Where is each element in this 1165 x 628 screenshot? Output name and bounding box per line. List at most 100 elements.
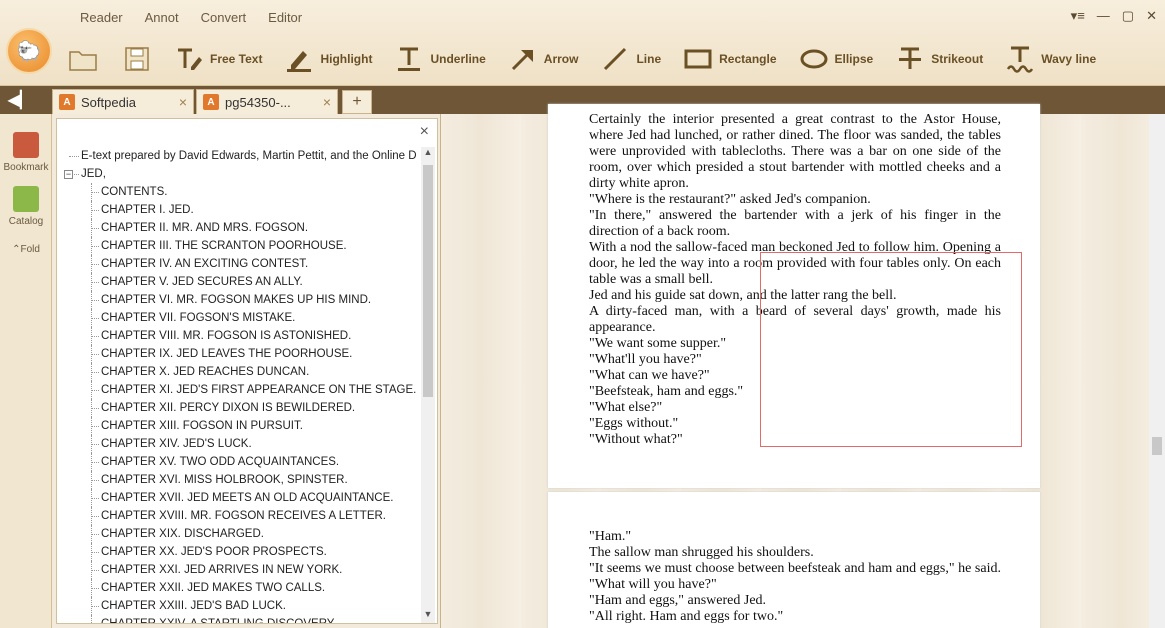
tool-ellipse[interactable]: Ellipse xyxy=(799,44,873,74)
app-logo-icon[interactable]: 🐑 xyxy=(6,28,52,74)
tool-label: Arrow xyxy=(543,52,579,66)
scroll-thumb[interactable] xyxy=(1152,437,1162,455)
maximize-button[interactable]: ▢ xyxy=(1122,8,1134,24)
tool-free-text[interactable]: Free Text xyxy=(174,44,262,74)
minimize-button[interactable]: — xyxy=(1097,8,1110,24)
tool-wavy-line[interactable]: Wavy line xyxy=(1005,44,1096,74)
pdf-icon: A xyxy=(59,94,75,110)
tree-item-label: CHAPTER XXIV. A STARTLING DISCOVERY. xyxy=(101,618,336,623)
new-tab-button[interactable]: + xyxy=(342,90,372,114)
close-panel-button[interactable]: × xyxy=(420,123,429,141)
tree-item-chapter[interactable]: CHAPTER XVII. JED MEETS AN OLD ACQUAINTA… xyxy=(57,489,419,507)
tree-item-chapter[interactable]: CHAPTER XXIII. JED'S BAD LUCK. xyxy=(57,597,419,615)
catalog-tree-container: × E-text prepared by David Edwards, Mart… xyxy=(56,118,438,624)
tab-close-icon[interactable]: × xyxy=(179,94,187,110)
tree-item-chapter[interactable]: CHAPTER XIX. DISCHARGED. xyxy=(57,525,419,543)
scroll-thumb[interactable] xyxy=(423,165,433,397)
tree-item-chapter[interactable]: CHAPTER VIII. MR. FOGSON IS ASTONISHED. xyxy=(57,327,419,345)
tree-item-chapter[interactable]: CHAPTER V. JED SECURES AN ALLY. xyxy=(57,273,419,291)
tool-arrow[interactable]: Arrow xyxy=(508,44,579,74)
tree-item-label: CHAPTER VIII. MR. FOGSON IS ASTONISHED. xyxy=(101,330,352,342)
menu-annot[interactable]: Annot xyxy=(145,10,179,25)
tab-softpedia[interactable]: A Softpedia × xyxy=(52,89,194,114)
tree-item-chapter[interactable]: CHAPTER XII. PERCY DIXON IS BEWILDERED. xyxy=(57,399,419,417)
tree-item-chapter[interactable]: CHAPTER XXI. JED ARRIVES IN NEW YORK. xyxy=(57,561,419,579)
catalog-scrollbar[interactable]: ▲ ▼ xyxy=(421,147,435,623)
menu-convert[interactable]: Convert xyxy=(201,10,247,25)
tree-item-label: CHAPTER VI. MR. FOGSON MAKES UP HIS MIND… xyxy=(101,294,372,306)
tree-item-label: CHAPTER VII. FOGSON'S MISTAKE. xyxy=(101,312,296,324)
tree-item-label: CHAPTER XIV. JED'S LUCK. xyxy=(101,438,252,450)
line-icon xyxy=(600,44,630,74)
tree-item-chapter[interactable]: CHAPTER XXIV. A STARTLING DISCOVERY. xyxy=(57,615,419,623)
collapse-panel-icon[interactable]: ◀▏ xyxy=(8,90,34,110)
strikeout-icon xyxy=(895,44,925,74)
tree-item-chapter[interactable]: CHAPTER VI. MR. FOGSON MAKES UP HIS MIND… xyxy=(57,291,419,309)
tree-item-label: CHAPTER III. THE SCRANTON POORHOUSE. xyxy=(101,240,347,252)
tree-item-chapter[interactable]: CHAPTER XVIII. MR. FOGSON RECEIVES A LET… xyxy=(57,507,419,525)
selection-rectangle[interactable] xyxy=(760,252,1022,447)
rail-fold[interactable]: ⌃Fold xyxy=(0,244,52,255)
main-menu: Reader Annot Convert Editor xyxy=(80,10,302,25)
scroll-down-icon[interactable]: ▼ xyxy=(421,609,435,623)
tree-item-jed[interactable]: − JED, xyxy=(57,165,419,183)
rail-bookmark[interactable]: Bookmark xyxy=(0,132,52,173)
left-rail: Bookmark Catalog ⌃Fold xyxy=(0,114,52,628)
paragraph: "Ham." xyxy=(589,529,632,544)
tab-close-icon[interactable]: × xyxy=(323,94,331,110)
tree-item-chapter[interactable]: CHAPTER IX. JED LEAVES THE POORHOUSE. xyxy=(57,345,419,363)
tree-item-chapter[interactable]: CHAPTER IV. AN EXCITING CONTEST. xyxy=(57,255,419,273)
tree-item-label: CHAPTER XII. PERCY DIXON IS BEWILDERED. xyxy=(101,402,356,414)
close-window-button[interactable]: ✕ xyxy=(1146,8,1157,24)
tool-rectangle[interactable]: Rectangle xyxy=(683,44,777,74)
rail-catalog[interactable]: Catalog xyxy=(0,186,52,227)
tree-item-label: CHAPTER XXI. JED ARRIVES IN NEW YORK. xyxy=(101,564,343,576)
tree-item-chapter[interactable]: CHAPTER III. THE SCRANTON POORHOUSE. xyxy=(57,237,419,255)
tree-item-label: CHAPTER IX. JED LEAVES THE POORHOUSE. xyxy=(101,348,353,360)
tree-item-label: CONTENTS. xyxy=(101,186,168,198)
tree-item-chapter[interactable]: CHAPTER XVI. MISS HOLBROOK, SPINSTER. xyxy=(57,471,419,489)
tree-item-chapter[interactable]: CONTENTS. xyxy=(57,183,419,201)
tool-strikeout[interactable]: Strikeout xyxy=(895,44,983,74)
document-viewer[interactable]: Certainly the interior presented a great… xyxy=(440,104,1165,628)
tab-pg54350[interactable]: A pg54350-... × xyxy=(196,89,338,114)
open-folder-icon[interactable] xyxy=(66,42,100,76)
window-controls: ▾≡ — ▢ ✕ xyxy=(1071,8,1157,24)
tool-line[interactable]: Line xyxy=(600,44,661,74)
highlight-icon xyxy=(284,44,314,74)
menu-editor[interactable]: Editor xyxy=(268,10,302,25)
tree-item-label: CHAPTER XXII. JED MAKES TWO CALLS. xyxy=(101,582,326,594)
tool-label: Highlight xyxy=(320,52,373,66)
options-icon[interactable]: ▾≡ xyxy=(1071,8,1085,24)
tree-item-label: CHAPTER XIX. DISCHARGED. xyxy=(101,528,264,540)
catalog-tree: E-text prepared by David Edwards, Martin… xyxy=(57,147,419,623)
paragraph: "Ham and eggs," answered Jed. xyxy=(589,593,767,608)
tree-item-chapter[interactable]: CHAPTER XIV. JED'S LUCK. xyxy=(57,435,419,453)
tree-item-label: CHAPTER V. JED SECURES AN ALLY. xyxy=(101,276,303,288)
document-page: Certainly the interior presented a great… xyxy=(548,104,1040,488)
tree-item-chapter[interactable]: CHAPTER XXII. JED MAKES TWO CALLS. xyxy=(57,579,419,597)
tree-item-chapter[interactable]: CHAPTER XX. JED'S POOR PROSPECTS. xyxy=(57,543,419,561)
menu-reader[interactable]: Reader xyxy=(80,10,123,25)
tree-item-chapter[interactable]: CHAPTER VII. FOGSON'S MISTAKE. xyxy=(57,309,419,327)
tree-item-chapter[interactable]: CHAPTER XI. JED'S FIRST APPEARANCE ON TH… xyxy=(57,381,419,399)
tool-label: Strikeout xyxy=(931,52,984,66)
scroll-up-icon[interactable]: ▲ xyxy=(421,147,435,161)
tree-item-chapter[interactable]: CHAPTER I. JED. xyxy=(57,201,419,219)
page-text: "Ham." The sallow man shrugged his should… xyxy=(589,529,1001,625)
collapse-icon[interactable]: − xyxy=(64,170,73,179)
catalog-panel: × E-text prepared by David Edwards, Mart… xyxy=(52,114,440,628)
tree-item-label: CHAPTER XV. TWO ODD ACQUAINTANCES. xyxy=(101,456,340,468)
tool-highlight[interactable]: Highlight xyxy=(284,44,372,74)
tool-underline[interactable]: Underline xyxy=(394,44,486,74)
toolbar: 🐑 Reader Annot Convert Editor ▾≡ — ▢ ✕ F… xyxy=(0,0,1165,86)
save-icon[interactable] xyxy=(120,42,154,76)
tree-item-chapter[interactable]: CHAPTER XIII. FOGSON IN PURSUIT. xyxy=(57,417,419,435)
viewer-scrollbar[interactable] xyxy=(1149,114,1165,628)
tree-item-label: E-text prepared by David Edwards, Martin… xyxy=(81,150,417,162)
rail-fold-label: Fold xyxy=(20,244,40,255)
tree-item-chapter[interactable]: CHAPTER II. MR. AND MRS. FOGSON. xyxy=(57,219,419,237)
tree-item[interactable]: E-text prepared by David Edwards, Martin… xyxy=(57,147,419,165)
tree-item-chapter[interactable]: CHAPTER X. JED REACHES DUNCAN. xyxy=(57,363,419,381)
tree-item-chapter[interactable]: CHAPTER XV. TWO ODD ACQUAINTANCES. xyxy=(57,453,419,471)
